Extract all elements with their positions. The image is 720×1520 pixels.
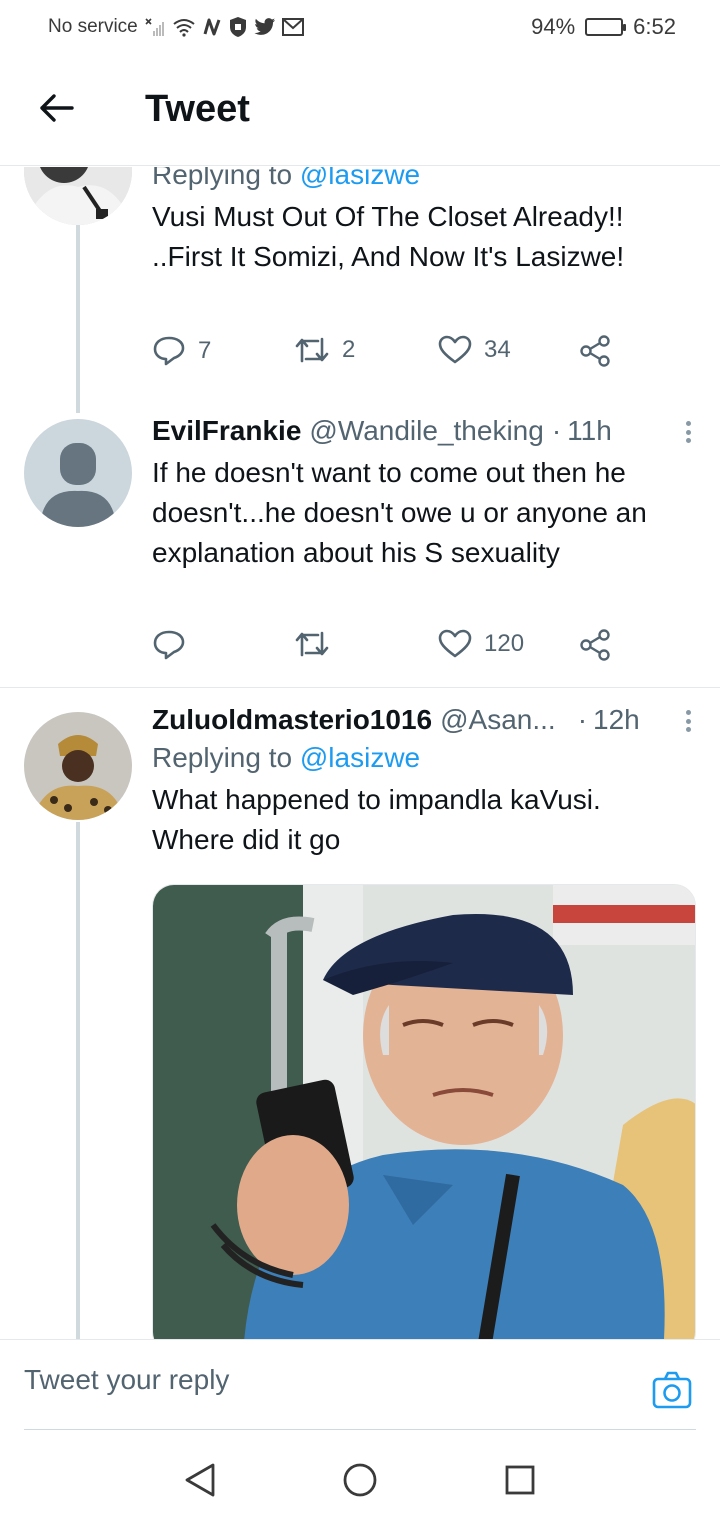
tweet-time: 12h [593, 704, 640, 735]
retweet-count: 2 [342, 336, 356, 363]
like-button[interactable]: 120 [438, 629, 524, 659]
avatar[interactable] [24, 712, 132, 820]
page-title: Tweet [145, 88, 250, 130]
tweet-media-image[interactable] [152, 884, 696, 1339]
mention-link[interactable]: @lasizwe [300, 742, 420, 773]
reply-button[interactable]: 7 [152, 335, 211, 367]
tweet-item[interactable]: EvilFrankie @Wandile_theking · 11h If he… [0, 407, 720, 687]
author-handle[interactable]: @Wandile_theking [309, 415, 543, 447]
battery-percent: 94% [531, 14, 576, 39]
share-icon [580, 335, 610, 367]
thread-line [76, 822, 80, 1339]
replying-to-label: Replying to [152, 167, 293, 190]
retweet-button[interactable] [294, 629, 342, 659]
nav-recents-button[interactable] [500, 1460, 540, 1500]
thread-line [76, 223, 80, 413]
tweet-body: Replying to @lasizwe Vusi Must Out Of Th… [152, 167, 700, 277]
tweet-body: EvilFrankie @Wandile_theking · 11h If he… [152, 415, 700, 573]
wifi-icon [172, 17, 196, 37]
status-bar: No service 94% 6:52 [0, 0, 720, 56]
status-left: No service [48, 16, 304, 38]
like-count: 120 [484, 630, 525, 657]
tweet-header: Zuluoldmasterio1016 @Asan... · 12h [152, 704, 700, 736]
reply-icon [153, 630, 185, 660]
carrier-text: No service [48, 16, 138, 37]
tweet-text: If he doesn't want to come out then he d… [152, 457, 647, 568]
tweet-header: EvilFrankie @Wandile_theking · 11h [152, 415, 700, 447]
status-right: 94% 6:52 [531, 14, 676, 40]
avatar-photo [24, 712, 132, 820]
separator-dot: · [577, 704, 588, 735]
avatar-photo [24, 167, 132, 225]
back-button[interactable] [36, 88, 76, 128]
nav-home-button[interactable] [340, 1460, 380, 1500]
tweet-text: What happened to impandla kaVusi. Where … [152, 784, 601, 855]
reply-icon [153, 336, 185, 366]
share-button[interactable] [578, 629, 612, 661]
nav-back-button[interactable] [180, 1460, 220, 1500]
heart-icon [438, 335, 472, 364]
avatar[interactable] [24, 167, 132, 225]
retweet-button[interactable]: 2 [294, 335, 355, 365]
photo-man-looking-at-phone [153, 885, 695, 1339]
square-recents-icon [505, 1465, 535, 1495]
author-name[interactable]: Zuluoldmasterio1016 [152, 704, 432, 736]
arrow-left-icon [40, 94, 74, 122]
tweet-feed[interactable]: Replying to @lasizwe Vusi Must Out Of Th… [0, 167, 720, 1339]
shield-icon [228, 16, 248, 38]
retweet-icon [295, 337, 329, 363]
like-count: 34 [484, 336, 511, 363]
camera-icon [652, 1371, 692, 1409]
separator-dot: · [551, 415, 562, 446]
more-options-icon[interactable] [676, 417, 700, 447]
heart-icon [438, 629, 472, 658]
clock: 6:52 [633, 14, 676, 39]
tweet-body: Zuluoldmasterio1016 @Asan... · 12h Reply… [152, 704, 700, 860]
like-button[interactable]: 34 [438, 335, 511, 365]
retweet-icon [295, 631, 329, 657]
camera-button[interactable] [652, 1370, 692, 1410]
tweet-item[interactable]: Replying to @lasizwe Vusi Must Out Of Th… [0, 167, 720, 413]
replying-to-label: Replying to [152, 742, 293, 773]
more-options-icon[interactable] [676, 706, 700, 736]
default-profile-icon [24, 419, 132, 527]
mention-link[interactable]: @lasizwe [300, 167, 420, 190]
tweet-text: Vusi Must Out Of The Closet Already!! ..… [152, 201, 625, 272]
reply-button[interactable] [152, 629, 198, 661]
replying-to: Replying to @lasizwe [152, 167, 700, 191]
replying-to: Replying to @lasizwe [152, 742, 700, 774]
share-icon [580, 629, 610, 661]
triangle-back-icon [185, 1463, 215, 1497]
reply-count: 7 [198, 337, 212, 364]
signal-icon [144, 17, 166, 37]
gmail-icon [281, 18, 304, 36]
author-handle[interactable]: @Asan... [440, 704, 556, 736]
reply-bar: Tweet your reply [0, 1339, 720, 1430]
reply-input[interactable]: Tweet your reply [24, 1364, 229, 1396]
tweet-actions: 7 2 34 [152, 335, 622, 375]
share-button[interactable] [578, 335, 612, 367]
nfc-icon [202, 17, 222, 37]
author-name[interactable]: EvilFrankie [152, 415, 301, 447]
circle-home-icon [343, 1463, 377, 1497]
header: Tweet [0, 60, 720, 166]
tweet-item[interactable]: Zuluoldmasterio1016 @Asan... · 12h Reply… [0, 688, 720, 1339]
tweet-time: 11h [567, 415, 612, 446]
avatar[interactable] [24, 419, 132, 527]
battery-icon [585, 18, 627, 36]
system-nav-bar [0, 1430, 720, 1520]
twitter-bird-icon [254, 17, 276, 37]
tweet-actions: 120 [152, 629, 622, 669]
